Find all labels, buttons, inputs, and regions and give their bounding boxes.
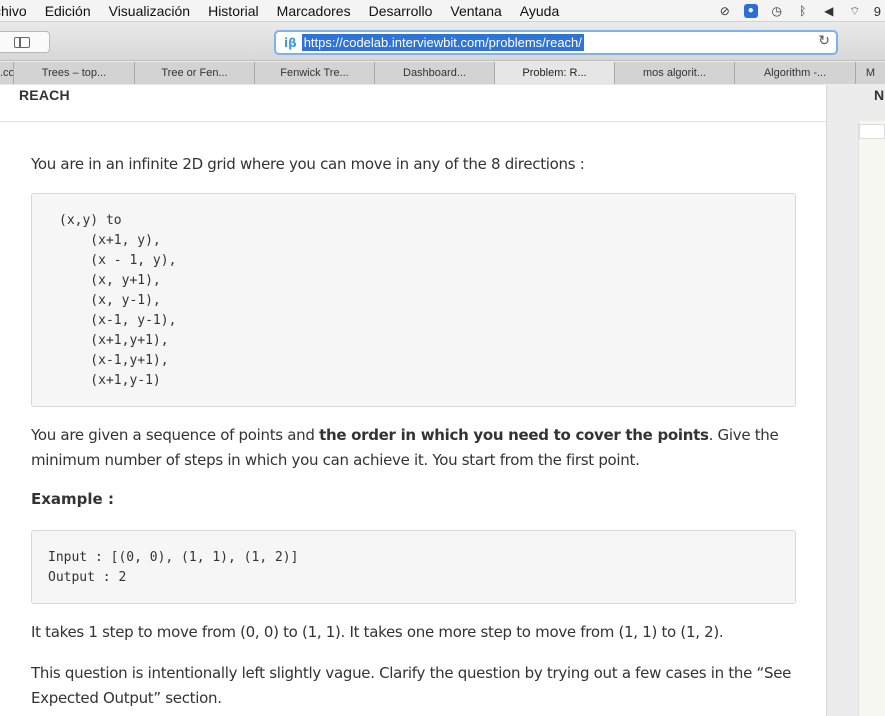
menu-edicion[interactable]: Edición [45, 3, 91, 19]
circle-slash-icon[interactable]: ⊘ [718, 4, 732, 18]
title-divider [0, 121, 826, 122]
sidebar-toggle-button[interactable] [0, 31, 50, 53]
example-code-block: Input : [(0, 0), (1, 1), (1, 2)] Output … [31, 530, 796, 604]
address-bar[interactable]: iβ https://codelab.interviewbit.com/prob… [274, 30, 838, 55]
tab-2[interactable]: Tree or Fen... [135, 62, 255, 84]
reload-icon[interactable]: ↻ [818, 33, 830, 49]
tab-6[interactable]: mos algorit... [615, 62, 735, 84]
menu-archivo[interactable]: chivo [0, 3, 27, 19]
time-machine-icon[interactable]: ◷ [770, 4, 784, 18]
example-code: Input : [(0, 0), (1, 1), (1, 2)] Output … [48, 550, 299, 585]
tab-8[interactable]: M [856, 62, 885, 84]
tab-1[interactable]: Trees – top... [14, 62, 135, 84]
example-label: Example : [31, 490, 114, 508]
tab-bar: .co Trees – top... Tree or Fen... Fenwic… [0, 62, 885, 84]
example-explanation: It takes 1 step to move from (0, 0) to (… [31, 623, 724, 641]
moves-code-block: (x,y) to (x+1, y), (x - 1, y), (x, y+1),… [31, 193, 796, 407]
site-favicon-icon: iβ [284, 35, 297, 50]
menu-ventana[interactable]: Ventana [450, 3, 501, 19]
editor-panel: N [828, 85, 885, 716]
task-description: You are given a sequence of points and t… [31, 423, 801, 473]
code-editor[interactable] [858, 121, 885, 716]
menu-ayuda[interactable]: Ayuda [520, 3, 559, 19]
sidebar-icon [14, 36, 30, 48]
menu-historial[interactable]: Historial [208, 3, 259, 19]
task-text-bold: the order in which you need to cover the… [319, 426, 709, 444]
problem-panel: REACH You are in an infinite 2D grid whe… [0, 85, 827, 716]
task-text-before: You are given a sequence of points and [31, 426, 320, 444]
problem-title: REACH [19, 87, 70, 103]
tab-5-active[interactable]: Problem: R... [495, 62, 615, 84]
tab-4[interactable]: Dashboard... [375, 62, 495, 84]
browser-toolbar: iβ https://codelab.interviewbit.com/prob… [0, 23, 885, 61]
menu-marcadores[interactable]: Marcadores [277, 3, 351, 19]
menu-desarrollo[interactable]: Desarrollo [369, 3, 433, 19]
tab-3[interactable]: Fenwick Tre... [255, 62, 375, 84]
url-text[interactable]: https://codelab.interviewbit.com/problem… [301, 34, 584, 51]
tab-7[interactable]: Algorithm -... [735, 62, 856, 84]
lastpass-icon[interactable]: ● [743, 4, 758, 18]
moves-code: (x,y) to (x+1, y), (x - 1, y), (x, y+1),… [59, 213, 177, 388]
wifi-icon[interactable]: ⌔ [848, 4, 862, 18]
editor-panel-title: N [874, 87, 885, 103]
menu-visualizacion[interactable]: Visualización [109, 3, 190, 19]
volume-icon[interactable]: ◀ [822, 4, 836, 18]
tab-0[interactable]: .co [0, 62, 14, 84]
bluetooth-icon[interactable]: ᛒ [796, 4, 810, 18]
status-clip-text: 9 [873, 3, 881, 19]
status-icons: ⊘ ● ◷ ᛒ ◀ ⌔ 9 [718, 0, 885, 21]
code-editor-line[interactable] [858, 124, 885, 139]
problem-note: This question is intentionally left slig… [31, 664, 792, 707]
problem-intro: You are in an infinite 2D grid where you… [31, 155, 585, 173]
menu-bar: chivo Edición Visualización Historial Ma… [0, 0, 885, 22]
